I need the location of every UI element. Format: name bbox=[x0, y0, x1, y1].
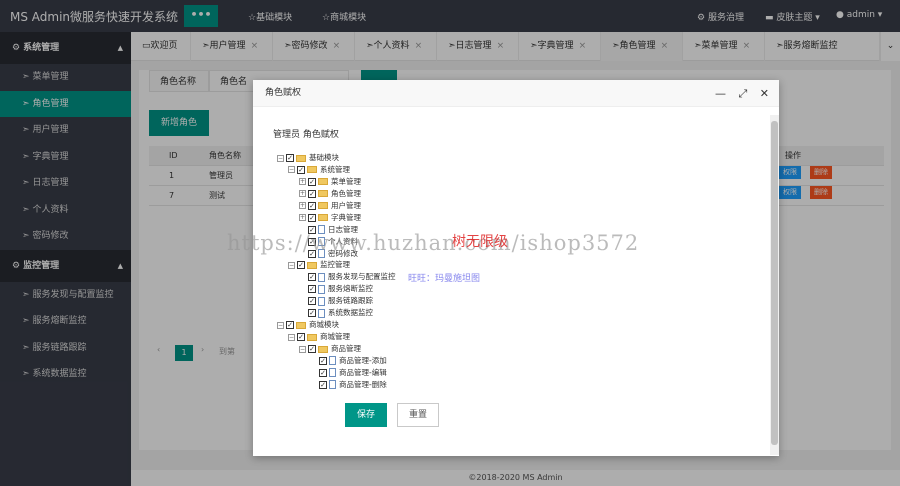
dialog-body: 管理员 角色赋权 − ✓ 基础模块 − ✓ 系统管理 + ✓ 菜单管理 + ✓ 角色管理 + ✓ 用户管理 +… bbox=[253, 107, 779, 456]
tree-checkbox[interactable]: ✓ bbox=[308, 345, 316, 353]
expand-icon[interactable]: + bbox=[299, 178, 306, 186]
folder-icon bbox=[296, 154, 306, 162]
tree-checkbox[interactable]: ✓ bbox=[286, 154, 294, 162]
file-icon bbox=[318, 284, 325, 294]
save-button[interactable]: 保存 bbox=[345, 403, 387, 427]
collapse-icon[interactable]: − bbox=[288, 261, 295, 269]
tree-checkbox[interactable]: ✓ bbox=[308, 309, 316, 318]
dialog-controls: — ⤢ ✕ bbox=[706, 80, 769, 107]
tree-node-label: 字典管理 bbox=[331, 212, 361, 222]
folder-icon bbox=[318, 190, 328, 198]
tree-node-label: 商城模块 bbox=[309, 320, 339, 330]
dialog-title: 角色赋权 bbox=[265, 88, 302, 98]
folder-icon bbox=[318, 345, 328, 353]
watermark-url: https://www.huzhan.com/ishop3572 bbox=[227, 231, 640, 255]
tree-node-label: 服务链路跟踪 bbox=[328, 296, 373, 306]
expand-icon[interactable]: + bbox=[299, 190, 306, 198]
collapse-icon[interactable]: − bbox=[277, 154, 284, 162]
tree-checkbox[interactable]: ✓ bbox=[308, 297, 316, 306]
tree-checkbox[interactable]: ✓ bbox=[308, 177, 316, 186]
folder-icon bbox=[318, 202, 328, 210]
tree-checkbox[interactable]: ✓ bbox=[319, 380, 327, 389]
tree-checkbox[interactable]: ✓ bbox=[308, 189, 316, 198]
watermark-blue-text: 旺旺：玛曼施坦图 bbox=[408, 274, 481, 284]
folder-icon bbox=[296, 321, 306, 329]
collapse-icon[interactable]: − bbox=[299, 345, 306, 353]
tree-node-label: 系统数据监控 bbox=[328, 308, 373, 318]
tree-node-label: 服务熔断监控 bbox=[328, 284, 373, 294]
tree-checkbox[interactable]: ✓ bbox=[297, 261, 305, 270]
tree-node[interactable]: ✓ 商品管理-编辑 bbox=[277, 367, 396, 379]
expand-icon[interactable]: + bbox=[299, 202, 306, 210]
file-icon bbox=[329, 356, 336, 366]
tree-node[interactable]: ✓ 服务熔断监控 bbox=[277, 283, 396, 295]
file-icon bbox=[318, 308, 325, 318]
tree-checkbox[interactable]: ✓ bbox=[319, 356, 327, 365]
file-icon bbox=[318, 272, 325, 282]
tree-node[interactable]: − ✓ 系统管理 bbox=[277, 164, 396, 176]
dialog-title-bar: 角色赋权 — ⤢ ✕ bbox=[253, 80, 779, 107]
close-icon[interactable]: ✕ bbox=[760, 87, 769, 100]
tree-node[interactable]: + ✓ 用户管理 bbox=[277, 200, 396, 212]
tree-checkbox[interactable]: ✓ bbox=[319, 368, 327, 377]
tree-node[interactable]: ✓ 系统数据监控 bbox=[277, 307, 396, 319]
dialog-scrollbar[interactable] bbox=[770, 115, 779, 455]
tree-node[interactable]: − ✓ 商城模块 bbox=[277, 319, 396, 331]
tree-node-label: 基础模块 bbox=[309, 153, 339, 163]
tree-node[interactable]: − ✓ 商品管理 bbox=[277, 343, 396, 355]
tree-node-label: 商品管理 bbox=[331, 344, 361, 354]
tree-checkbox[interactable]: ✓ bbox=[297, 333, 305, 342]
role-permission-dialog: 角色赋权 — ⤢ ✕ 管理员 角色赋权 − ✓ 基础模块 − ✓ 系统管理 + ✓ 菜单管理 + ✓… bbox=[253, 80, 779, 456]
tree-node[interactable]: − ✓ 基础模块 bbox=[277, 152, 396, 164]
tree-node[interactable]: + ✓ 角色管理 bbox=[277, 188, 396, 200]
file-icon bbox=[329, 380, 336, 390]
scrollbar-thumb[interactable] bbox=[771, 121, 778, 445]
tree-checkbox[interactable]: ✓ bbox=[308, 213, 316, 222]
dialog-heading: 管理员 角色赋权 bbox=[273, 130, 339, 140]
tree-node-label: 菜单管理 bbox=[331, 176, 361, 186]
tree-node-label: 商品管理-删除 bbox=[339, 379, 387, 389]
tree-node[interactable]: − ✓ 监控管理 bbox=[277, 259, 396, 271]
tree-node-label: 系统管理 bbox=[320, 164, 350, 174]
tree-node[interactable]: + ✓ 字典管理 bbox=[277, 212, 396, 224]
watermark-red-text: 树无限级 bbox=[452, 234, 508, 250]
folder-icon bbox=[318, 178, 328, 186]
reset-button[interactable]: 重置 bbox=[397, 403, 439, 427]
folder-icon bbox=[307, 333, 317, 341]
minimize-icon[interactable]: — bbox=[715, 87, 726, 100]
tree-checkbox[interactable]: ✓ bbox=[308, 273, 316, 282]
collapse-icon[interactable]: − bbox=[288, 166, 295, 174]
tree-node[interactable]: ✓ 商品管理-删除 bbox=[277, 379, 396, 391]
tree-node-label: 商城管理 bbox=[320, 332, 350, 342]
file-icon bbox=[329, 368, 336, 378]
tree-node-label: 商品管理-添加 bbox=[339, 355, 387, 365]
file-icon bbox=[318, 296, 325, 306]
tree-node[interactable]: − ✓ 商城管理 bbox=[277, 331, 396, 343]
folder-icon bbox=[318, 214, 328, 222]
tree-node[interactable]: + ✓ 菜单管理 bbox=[277, 176, 396, 188]
tree-node-label: 角色管理 bbox=[331, 188, 361, 198]
tree-node-label: 商品管理-编辑 bbox=[339, 367, 387, 377]
tree-checkbox[interactable]: ✓ bbox=[286, 321, 294, 330]
tree-checkbox[interactable]: ✓ bbox=[308, 201, 316, 210]
permission-tree: − ✓ 基础模块 − ✓ 系统管理 + ✓ 菜单管理 + ✓ 角色管理 + ✓ 用户管理 + ✓ 字典管理 ✓ 日志管… bbox=[277, 152, 396, 391]
tree-checkbox[interactable]: ✓ bbox=[308, 285, 316, 294]
tree-checkbox[interactable]: ✓ bbox=[297, 165, 305, 174]
tree-node-label: 服务发现与配置监控 bbox=[328, 272, 396, 282]
tree-node-label: 监控管理 bbox=[320, 260, 350, 270]
expand-icon[interactable]: + bbox=[299, 214, 306, 222]
tree-node[interactable]: ✓ 服务发现与配置监控 bbox=[277, 271, 396, 283]
folder-icon bbox=[307, 166, 317, 174]
tree-node[interactable]: ✓ 商品管理-添加 bbox=[277, 355, 396, 367]
folder-icon bbox=[307, 261, 317, 269]
tree-node[interactable]: ✓ 服务链路跟踪 bbox=[277, 295, 396, 307]
maximize-icon[interactable]: ⤢ bbox=[738, 87, 747, 100]
tree-node-label: 用户管理 bbox=[331, 200, 361, 210]
collapse-icon[interactable]: − bbox=[288, 333, 295, 341]
collapse-icon[interactable]: − bbox=[277, 321, 284, 329]
